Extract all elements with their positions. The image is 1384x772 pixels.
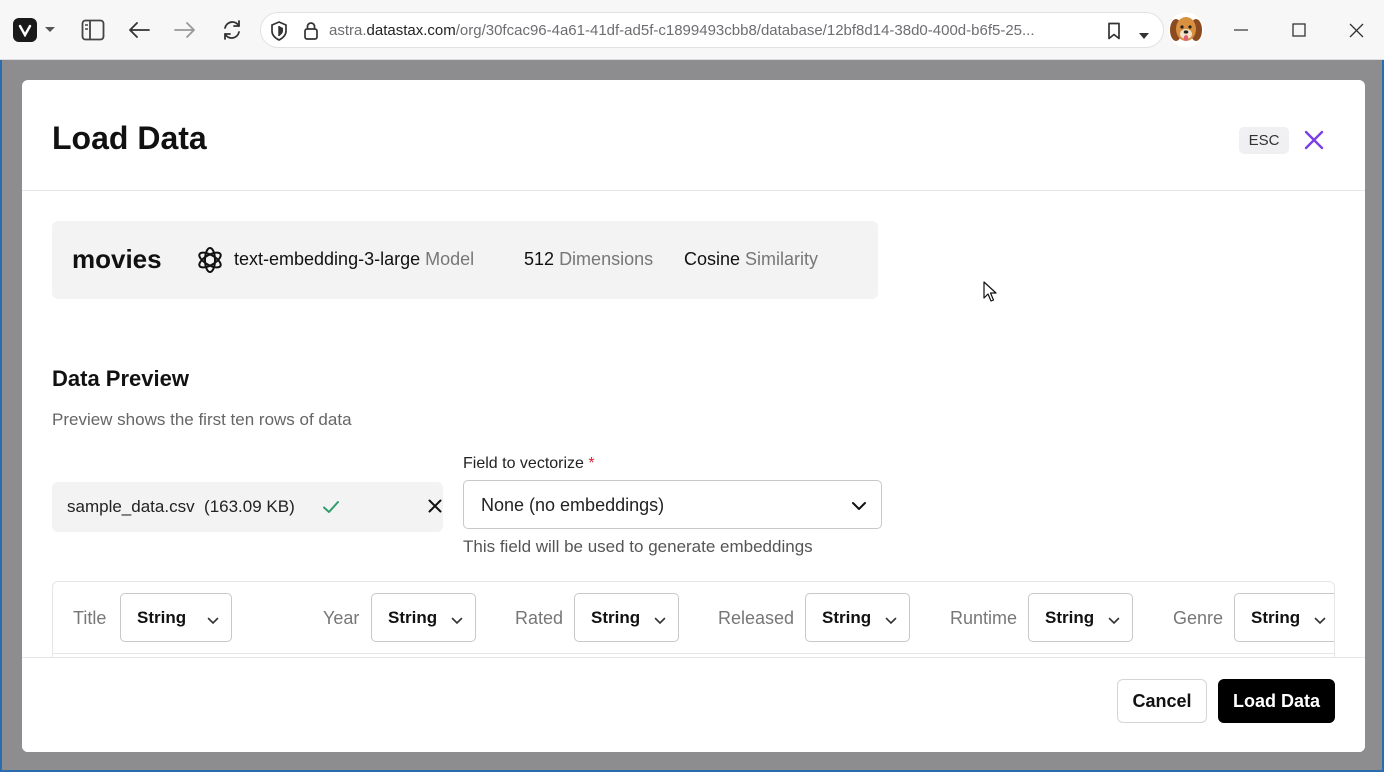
minimize-icon[interactable]: [1226, 14, 1256, 46]
column-label-runtime: Runtime: [950, 608, 1018, 628]
chevron-down-icon: [885, 612, 897, 630]
column-type-select-genre[interactable]: String: [1234, 593, 1334, 642]
column-type-select-rated[interactable]: String: [574, 593, 679, 642]
column-label-rated: Rated: [515, 608, 564, 628]
column-type-value: String: [591, 608, 641, 627]
column-type-value: String: [1045, 608, 1095, 627]
vivaldi-menu-icon[interactable]: [13, 18, 37, 42]
forward-arrow-icon[interactable]: [170, 14, 200, 46]
column-type-value: String: [388, 608, 438, 627]
column-type-value: String: [822, 608, 872, 627]
field-to-vectorize-select[interactable]: None (no embeddings): [463, 480, 882, 529]
required-asterisk: *: [588, 455, 595, 472]
modal-footer: Cancel Load Data: [22, 657, 1365, 752]
back-arrow-icon[interactable]: [124, 14, 154, 46]
address-bar[interactable]: astra.datastax.com/org/30fcac96-4a61-41d…: [260, 12, 1164, 48]
url-text[interactable]: astra.datastax.com/org/30fcac96-4a61-41d…: [329, 22, 1035, 39]
similarity-value: Cosine: [684, 249, 741, 269]
collection-info-card: movies text-embedding-3-large Model 512 …: [52, 221, 878, 299]
column-label-released: Released: [718, 608, 795, 628]
column-label-title: Title: [73, 608, 107, 628]
file-name: sample_data.csv (163.09 KB): [67, 497, 295, 517]
column-type-select-title[interactable]: String: [120, 593, 232, 642]
column-type-select-runtime[interactable]: String: [1028, 593, 1133, 642]
menu-dropdown-icon[interactable]: [36, 14, 64, 46]
modal-title: Load Data: [52, 120, 207, 156]
address-dropdown-icon[interactable]: [1138, 27, 1150, 45]
window-border-left: [0, 60, 2, 772]
chevron-down-icon: [207, 612, 219, 630]
modal-header: Load Data ESC: [22, 80, 1365, 191]
chevron-down-icon: [1314, 612, 1326, 630]
dimensions-info: 512 Dimensions: [524, 249, 653, 270]
columns-divider: [53, 653, 1334, 654]
similarity-label: Similarity: [745, 249, 819, 269]
avatar[interactable]: [1168, 12, 1204, 48]
similarity-info: Cosine Similarity: [684, 249, 818, 270]
field-to-vectorize-label: Field to vectorize *: [463, 455, 595, 473]
bookmark-icon[interactable]: [1107, 22, 1121, 45]
lock-icon: [303, 21, 319, 45]
column-type-select-released[interactable]: String: [805, 593, 910, 642]
browser-toolbar: astra.datastax.com/org/30fcac96-4a61-41d…: [0, 0, 1384, 60]
openai-logo-icon: [194, 244, 226, 276]
chevron-down-icon: [451, 612, 463, 630]
reload-icon[interactable]: [217, 14, 247, 46]
column-type-value: String: [137, 608, 187, 627]
window-close-icon[interactable]: [1341, 14, 1371, 46]
column-type-select-year[interactable]: String: [371, 593, 476, 642]
model-value: text-embedding-3-large: [234, 249, 421, 269]
field-to-vectorize-help: This field will be used to generate embe…: [463, 537, 813, 556]
cancel-button[interactable]: Cancel: [1117, 679, 1207, 723]
file-size: (163.09 KB): [204, 497, 295, 516]
load-data-button[interactable]: Load Data: [1218, 679, 1335, 723]
chevron-down-icon: [1108, 612, 1120, 630]
column-label-genre: Genre: [1173, 608, 1224, 628]
load-data-modal: Load Data ESC movies text-embedding-3-la…: [22, 80, 1365, 752]
chevron-down-icon: [851, 498, 867, 516]
esc-hint-badge: ESC: [1239, 127, 1289, 154]
check-icon: [322, 499, 340, 520]
data-preview-title: Data Preview: [52, 366, 189, 391]
collection-name: movies: [72, 244, 162, 274]
mouse-cursor-icon: [983, 281, 997, 308]
remove-file-icon[interactable]: [428, 499, 442, 518]
column-label-year: Year: [323, 608, 360, 628]
uploaded-file-chip: sample_data.csv (163.09 KB): [52, 482, 443, 532]
dimensions-label: Dimensions: [559, 249, 654, 269]
field-to-vectorize-value: None (no embeddings): [481, 495, 665, 515]
field-to-vectorize-label-text: Field to vectorize: [463, 455, 584, 472]
chevron-down-icon: [654, 612, 666, 630]
file-name-text: sample_data.csv: [67, 497, 195, 516]
shield-icon[interactable]: [270, 21, 288, 46]
model-label: Model: [425, 249, 475, 269]
model-info: text-embedding-3-large Model: [234, 249, 474, 270]
panel-toggle-icon[interactable]: [78, 14, 108, 46]
maximize-icon[interactable]: [1284, 14, 1314, 46]
data-preview-subtitle: Preview shows the first ten rows of data: [52, 410, 352, 429]
close-icon[interactable]: [1302, 128, 1326, 152]
dimensions-value: 512: [524, 249, 555, 269]
column-type-value: String: [1251, 608, 1301, 627]
